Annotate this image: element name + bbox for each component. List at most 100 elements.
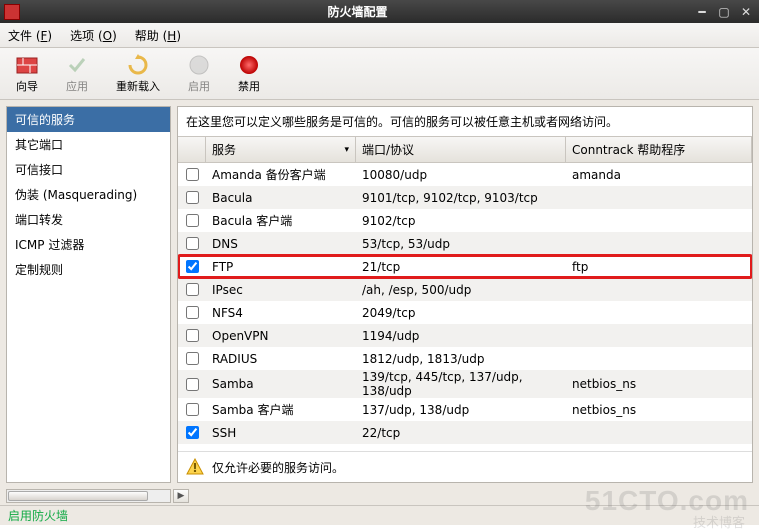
table-row[interactable]: Bacula 客户端9102/tcp	[178, 209, 752, 232]
window-titlebar: 防火墙配置 ━ ▢ ✕	[0, 0, 759, 23]
close-button[interactable]: ✕	[737, 4, 755, 20]
menu-help[interactable]: 帮助 (H)	[135, 27, 181, 44]
cell-conntrack: netbios_ns	[566, 403, 752, 417]
sidebar-item[interactable]: 端口转发	[7, 207, 170, 232]
apply-button: 应用	[60, 52, 94, 96]
service-checkbox[interactable]	[186, 168, 199, 181]
hscroll-track[interactable]	[6, 489, 171, 503]
table-row[interactable]: IPsec/ah, /esp, 500/udp	[178, 278, 752, 301]
service-checkbox[interactable]	[186, 283, 199, 296]
status-text: 启用防火墙	[8, 507, 68, 524]
enable-icon	[188, 54, 210, 76]
menubar: 文件 (F) 选项 (O) 帮助 (H)	[0, 23, 759, 48]
cell-port: /ah, /esp, 500/udp	[356, 283, 566, 297]
service-checkbox[interactable]	[186, 260, 199, 273]
table-row[interactable]: FTP21/tcpftp	[178, 255, 752, 278]
cell-service: RADIUS	[206, 352, 356, 366]
maximize-button[interactable]: ▢	[715, 4, 733, 20]
col-service[interactable]: 服务▾	[206, 137, 356, 162]
sidebar-item[interactable]: 定制规则	[7, 257, 170, 282]
sidebar-item[interactable]: 可信的服务	[7, 107, 170, 132]
cell-service: SSH	[206, 426, 356, 440]
service-checkbox[interactable]	[186, 378, 199, 391]
cell-port: 22/tcp	[356, 426, 566, 440]
cell-service: Amanda 备份客户端	[206, 166, 356, 183]
table-row[interactable]: DNS53/tcp, 53/udp	[178, 232, 752, 255]
service-checkbox[interactable]	[186, 306, 199, 319]
service-checkbox[interactable]	[186, 329, 199, 342]
cell-port: 9101/tcp, 9102/tcp, 9103/tcp	[356, 191, 566, 205]
cell-service: NFS4	[206, 306, 356, 320]
main-panel: 在这里您可以定义哪些服务是可信的。可信的服务可以被任意主机或者网络访问。 服务▾…	[177, 106, 753, 483]
main-body: 可信的服务其它端口可信接口伪装 (Masquerading)端口转发ICMP 过…	[0, 100, 759, 489]
sidebar-item[interactable]: 其它端口	[7, 132, 170, 157]
warning-icon: !	[186, 458, 204, 476]
table-header: 服务▾ 端口/协议 Conntrack 帮助程序	[178, 136, 752, 163]
cell-service: Samba	[206, 377, 356, 391]
cell-port: 2049/tcp	[356, 306, 566, 320]
table-row[interactable]: RADIUS1812/udp, 1813/udp	[178, 347, 752, 370]
cell-port: 9102/tcp	[356, 214, 566, 228]
cell-port: 53/tcp, 53/udp	[356, 237, 566, 251]
table-row[interactable]: Samba139/tcp, 445/tcp, 137/udp, 138/udpn…	[178, 370, 752, 398]
menu-options[interactable]: 选项 (O)	[70, 27, 117, 44]
sidebar-item[interactable]: 伪装 (Masquerading)	[7, 182, 170, 207]
toolbar: 向导 应用 重新载入 启用 禁用	[0, 48, 759, 100]
cell-port: 21/tcp	[356, 260, 566, 274]
status-bar: 启用防火墙	[0, 505, 759, 525]
cell-port: 1194/udp	[356, 329, 566, 343]
checkmark-icon	[66, 54, 88, 76]
minimize-button[interactable]: ━	[693, 4, 711, 20]
hscroll-thumb[interactable]	[8, 491, 148, 501]
cell-service: FTP	[206, 260, 356, 274]
window-title: 防火墙配置	[26, 3, 689, 20]
cell-service: OpenVPN	[206, 329, 356, 343]
warning-bar: ! 仅允许必要的服务访问。	[178, 451, 752, 482]
table-body[interactable]: Amanda 备份客户端10080/udpamandaBacula9101/tc…	[178, 163, 752, 451]
cell-port: 139/tcp, 445/tcp, 137/udp, 138/udp	[356, 370, 566, 398]
sidebar-hscroll: ▶	[0, 489, 759, 505]
service-checkbox[interactable]	[186, 403, 199, 416]
cell-port: 137/udp, 138/udp	[356, 403, 566, 417]
warning-text: 仅允许必要的服务访问。	[212, 459, 344, 476]
cell-service: Bacula 客户端	[206, 212, 356, 229]
cell-service: IPsec	[206, 283, 356, 297]
app-icon	[4, 4, 20, 20]
disable-icon	[238, 54, 260, 76]
table-row[interactable]: SSH22/tcp	[178, 421, 752, 444]
service-checkbox[interactable]	[186, 214, 199, 227]
svg-text:!: !	[192, 461, 197, 475]
table-row[interactable]: NFS42049/tcp	[178, 301, 752, 324]
cell-conntrack: amanda	[566, 168, 752, 182]
cell-conntrack: netbios_ns	[566, 377, 752, 391]
reload-button[interactable]: 重新载入	[110, 52, 166, 96]
sidebar-item[interactable]: 可信接口	[7, 157, 170, 182]
wizard-button[interactable]: 向导	[10, 52, 44, 96]
table-row[interactable]: Amanda 备份客户端10080/udpamanda	[178, 163, 752, 186]
table-row[interactable]: OpenVPN1194/udp	[178, 324, 752, 347]
sidebar-item[interactable]: ICMP 过滤器	[7, 232, 170, 257]
cell-port: 1812/udp, 1813/udp	[356, 352, 566, 366]
sort-desc-icon: ▾	[344, 145, 349, 155]
col-conntrack[interactable]: Conntrack 帮助程序	[566, 137, 752, 162]
panel-caption: 在这里您可以定义哪些服务是可信的。可信的服务可以被任意主机或者网络访问。	[178, 107, 752, 136]
table-row[interactable]: Samba 客户端137/udp, 138/udpnetbios_ns	[178, 398, 752, 421]
cell-conntrack: ftp	[566, 260, 752, 274]
firewall-icon	[16, 54, 38, 76]
service-checkbox[interactable]	[186, 191, 199, 204]
col-port[interactable]: 端口/协议	[356, 137, 566, 162]
col-check[interactable]	[178, 137, 206, 162]
service-checkbox[interactable]	[186, 352, 199, 365]
sidebar: 可信的服务其它端口可信接口伪装 (Masquerading)端口转发ICMP 过…	[6, 106, 171, 483]
table-row[interactable]: Bacula9101/tcp, 9102/tcp, 9103/tcp	[178, 186, 752, 209]
disable-button[interactable]: 禁用	[232, 52, 266, 96]
cell-service: DNS	[206, 237, 356, 251]
enable-button: 启用	[182, 52, 216, 96]
reload-icon	[127, 54, 149, 76]
menu-file[interactable]: 文件 (F)	[8, 27, 52, 44]
hscroll-right[interactable]: ▶	[173, 489, 189, 503]
service-checkbox[interactable]	[186, 237, 199, 250]
cell-port: 10080/udp	[356, 168, 566, 182]
service-checkbox[interactable]	[186, 426, 199, 439]
cell-service: Bacula	[206, 191, 356, 205]
